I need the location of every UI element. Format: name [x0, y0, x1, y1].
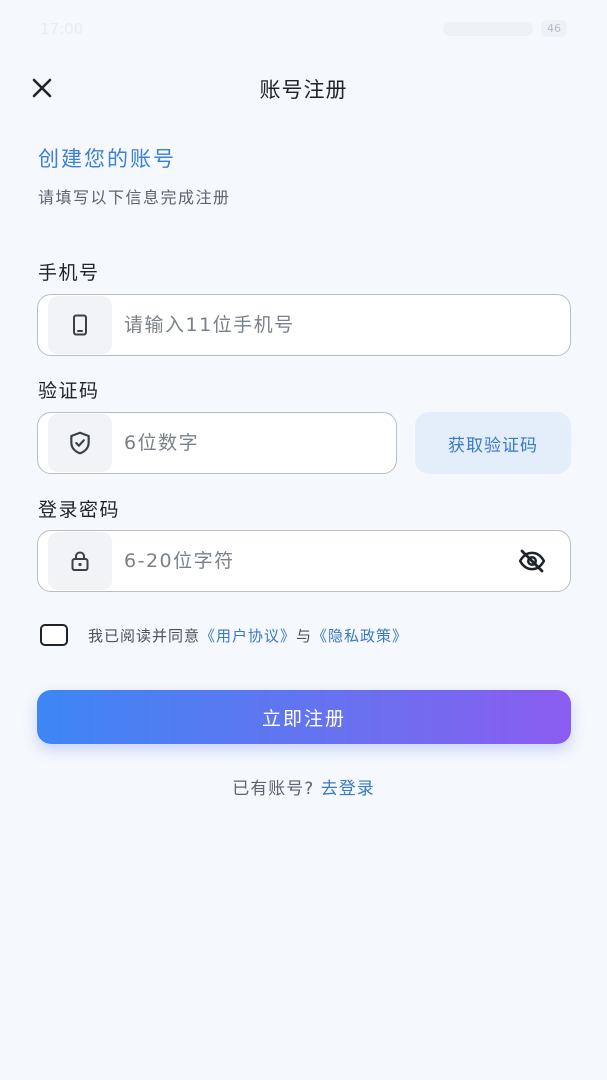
agreement-checkbox[interactable] — [40, 624, 68, 646]
phone-input[interactable] — [122, 304, 570, 346]
intro-title: 创建您的账号 — [38, 147, 176, 171]
register-button[interactable]: 立即注册 — [37, 690, 571, 744]
status-time: 17:00 — [40, 20, 84, 38]
toggle-password-button[interactable] — [514, 543, 550, 579]
intro-subtitle: 请填写以下信息完成注册 — [38, 188, 231, 207]
user-agreement-link[interactable]: 《用户协议》 — [200, 627, 296, 645]
code-field — [37, 412, 397, 474]
agreement-row: 我已阅读并同意《用户协议》与《隐私政策》 — [40, 624, 408, 646]
code-label: 验证码 — [38, 380, 100, 402]
login-prompt: 已有账号? — [232, 779, 315, 799]
phone-icon — [73, 314, 87, 336]
get-code-button[interactable]: 获取验证码 — [415, 412, 571, 474]
agreement-text: 我已阅读并同意《用户协议》与《隐私政策》 — [88, 625, 408, 646]
phone-icon-tile — [48, 296, 112, 354]
password-label: 登录密码 — [38, 499, 121, 521]
privacy-policy-link[interactable]: 《隐私政策》 — [312, 627, 408, 645]
shield-check-icon — [70, 431, 90, 455]
eye-off-icon — [518, 549, 546, 573]
status-bar: 17:00 46 — [0, 0, 607, 56]
phone-field — [37, 294, 571, 356]
login-row: 已有账号? 去登录 — [0, 774, 607, 799]
page-title: 账号注册 — [259, 78, 348, 102]
password-field — [37, 530, 571, 592]
header: 账号注册 — [0, 62, 607, 114]
password-icon-tile — [48, 532, 112, 590]
status-indicators: 46 — [443, 20, 567, 37]
battery-icon: 46 — [541, 20, 567, 37]
password-input[interactable] — [122, 540, 514, 582]
lock-icon — [71, 551, 89, 571]
code-icon-tile — [48, 414, 112, 472]
phone-label: 手机号 — [38, 262, 100, 284]
agreement-prefix: 我已阅读并同意 — [88, 626, 201, 645]
agreement-connector: 与 — [296, 626, 313, 645]
login-link[interactable]: 去登录 — [321, 779, 375, 799]
signal-icon — [443, 21, 533, 36]
code-input[interactable] — [122, 422, 396, 464]
